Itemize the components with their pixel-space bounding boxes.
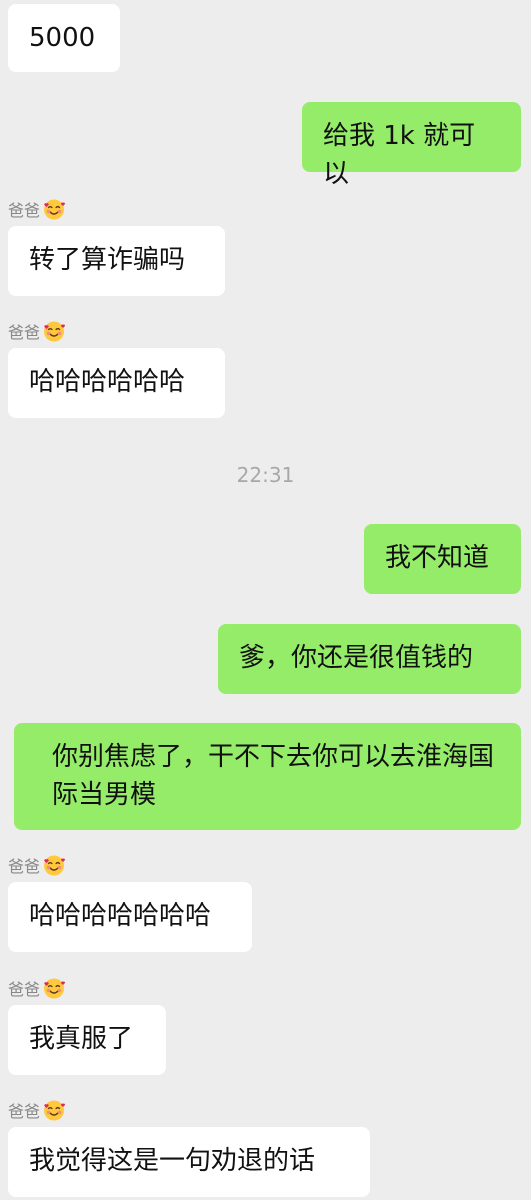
sender-name: 爸爸 — [8, 857, 41, 876]
incoming-message[interactable]: 转了算诈骗吗 — [8, 226, 225, 296]
incoming-message[interactable]: 哈哈哈哈哈哈 — [8, 348, 225, 418]
incoming-message[interactable]: 哈哈哈哈哈哈哈 — [8, 882, 252, 952]
message-text: 转了算诈骗吗 — [29, 245, 186, 275]
incoming-message[interactable]: 我真服了 — [8, 1005, 166, 1075]
sender-label: 爸爸 — [8, 975, 66, 1001]
message-text: 给我 1k 就可以 — [323, 121, 476, 189]
sender-name: 爸爸 — [8, 323, 41, 342]
outgoing-message[interactable]: 给我 1k 就可以 — [302, 102, 521, 189]
timestamp: 22:31 — [236, 463, 295, 487]
message-text: 爹，你还是很值钱的 — [239, 643, 474, 673]
smiling-face-with-hearts-icon — [44, 855, 66, 876]
sender-label: 爸爸 — [8, 852, 66, 878]
outgoing-message[interactable]: 爹，你还是很值钱的 — [218, 624, 521, 694]
message-text: 5000 — [29, 23, 96, 53]
smiling-face-with-hearts-icon — [44, 321, 66, 342]
smiling-face-with-hearts-icon — [44, 1100, 66, 1121]
message-text: 我真服了 — [29, 1024, 134, 1054]
message-text: 我不知道 — [385, 543, 490, 573]
message-text: 哈哈哈哈哈哈 — [29, 367, 186, 397]
message-text: 你别焦虑了，干不下去你可以去淮海国际当男模 — [52, 742, 495, 810]
chat-window: 5000 给我 1k 就可以 爸爸 转了算诈骗吗 爸爸 哈哈哈哈哈哈 22:31… — [0, 0, 531, 1200]
outgoing-message[interactable]: 你别焦虑了，干不下去你可以去淮海国际当男模 — [14, 723, 521, 830]
incoming-message[interactable]: 5000 — [8, 4, 120, 72]
sender-name: 爸爸 — [8, 201, 41, 220]
sender-name: 爸爸 — [8, 1102, 41, 1121]
sender-label: 爸爸 — [8, 196, 66, 222]
sender-name: 爸爸 — [8, 980, 41, 999]
outgoing-message[interactable]: 我不知道 — [364, 524, 521, 594]
message-text: 哈哈哈哈哈哈哈 — [29, 901, 212, 931]
sender-label: 爸爸 — [8, 318, 66, 344]
incoming-message[interactable]: 我觉得这是一句劝退的话 — [8, 1127, 370, 1197]
message-text: 我觉得这是一句劝退的话 — [29, 1146, 316, 1176]
smiling-face-with-hearts-icon — [44, 978, 66, 999]
sender-label: 爸爸 — [8, 1097, 66, 1123]
smiling-face-with-hearts-icon — [44, 199, 66, 220]
